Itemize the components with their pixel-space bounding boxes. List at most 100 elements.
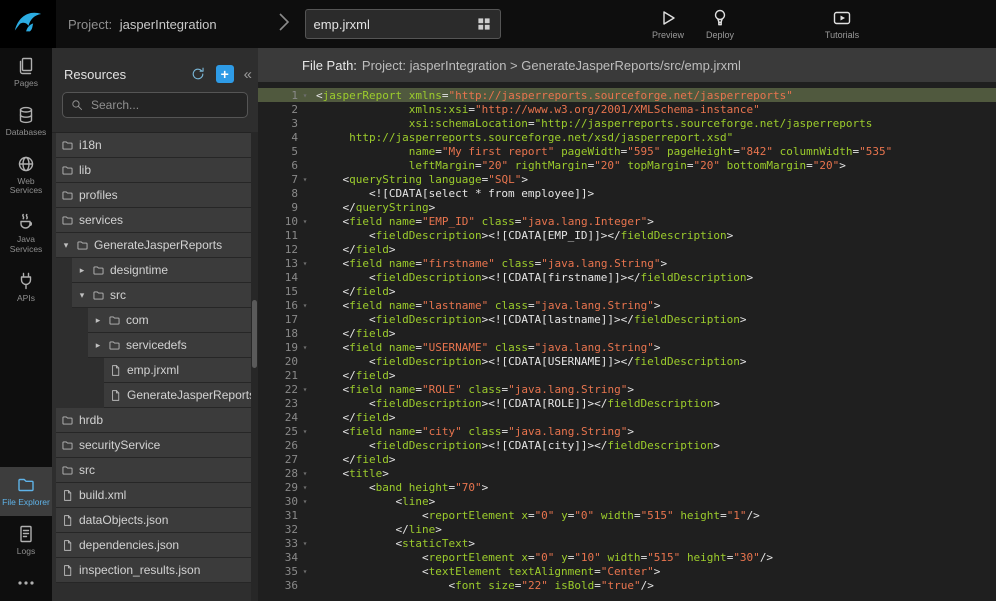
search-input[interactable] [62,92,248,118]
code-line-6[interactable]: 6 leftMargin="20" rightMargin="20" topMa… [258,158,996,172]
code-line-14[interactable]: 14 <fieldDescription><![CDATA[firstname]… [258,270,996,284]
tutorials-button[interactable]: Tutorials [816,8,868,40]
code-line-28[interactable]: 28▾ <title> [258,466,996,480]
code-line-23[interactable]: 23 <fieldDescription><![CDATA[ROLE]]></f… [258,396,996,410]
app-logo[interactable] [0,0,56,48]
tree-item-i18n[interactable]: i18n [56,133,258,158]
code-line-12[interactable]: 12 </field> [258,242,996,256]
code-editor[interactable]: 1▾<jasperReport xmlns="http://jasperrepo… [258,82,996,601]
fold-marker[interactable]: ▾ [298,385,312,394]
code-line-13[interactable]: 13▾ <field name="firstname" class="java.… [258,256,996,270]
tree-item-designtime[interactable]: ▸designtime [72,258,258,283]
tree-item-lib[interactable]: lib [56,158,258,183]
sidebar-item-file-explorer[interactable]: File Explorer [0,467,52,516]
deploy-button[interactable]: Deploy [694,8,746,40]
line-number: 29 [258,481,298,494]
fold-marker[interactable]: ▾ [298,217,312,226]
fold-marker[interactable]: ▾ [298,469,312,478]
fold-marker[interactable]: ▾ [298,259,312,268]
tree-item-servicedefs[interactable]: ▸servicedefs [88,333,258,358]
code-line-31[interactable]: 31 <reportElement x="0" y="0" width="515… [258,508,996,522]
code-line-34[interactable]: 34 <reportElement x="0" y="10" width="51… [258,550,996,564]
file-selector[interactable]: emp.jrxml [305,9,501,39]
code-line-3[interactable]: 3 xsi:schemaLocation="http://jasperrepor… [258,116,996,130]
tree-item-profiles[interactable]: profiles [56,183,258,208]
code-line-8[interactable]: 8 <![CDATA[select * from employee]]> [258,186,996,200]
chevron-right-icon[interactable]: ▸ [77,265,87,276]
code-line-33[interactable]: 33▾ <staticText> [258,536,996,550]
line-number: 31 [258,509,298,522]
folder-icon [61,464,74,477]
code-line-4[interactable]: 4 http://jasperreports.sourceforge.net/x… [258,130,996,144]
code-line-36[interactable]: 36 <font size="22" isBold="true"/> [258,578,996,592]
fold-marker[interactable]: ▾ [298,483,312,492]
chevron-right-icon[interactable]: ▸ [93,315,103,326]
line-number: 4 [258,131,298,144]
fold-marker[interactable]: ▾ [298,91,312,100]
code-line-26[interactable]: 26 <fieldDescription><![CDATA[city]]></f… [258,438,996,452]
code-line-21[interactable]: 21 </field> [258,368,996,382]
code-line-15[interactable]: 15 </field> [258,284,996,298]
sidebar-item-java-services[interactable]: Java Services [0,204,52,263]
project-name[interactable]: jasperIntegration [120,17,217,32]
fold-marker[interactable]: ▾ [298,427,312,436]
fold-marker[interactable]: ▾ [298,567,312,576]
code-line-5[interactable]: 5 name="My first report" pageWidth="595"… [258,144,996,158]
sidebar-item-logs[interactable]: Logs [0,516,52,565]
code-line-32[interactable]: 32 </line> [258,522,996,536]
tree-item-hrdb[interactable]: hrdb [56,408,258,433]
chevron-down-icon[interactable]: ▾ [77,290,87,301]
code-line-16[interactable]: 16▾ <field name="lastname" class="java.l… [258,298,996,312]
sidebar-item-pages[interactable]: Pages [0,48,52,97]
code-line-20[interactable]: 20 <fieldDescription><![CDATA[USERNAME]]… [258,354,996,368]
code-line-11[interactable]: 11 <fieldDescription><![CDATA[EMP_ID]]><… [258,228,996,242]
fold-marker[interactable]: ▾ [298,301,312,310]
tree-item-GenerateJasperReports.s[interactable]: GenerateJasperReports.s [104,383,258,408]
fold-marker[interactable]: ▾ [298,539,312,548]
sidebar-item-web-services[interactable]: Web Services [0,146,52,205]
code-line-35[interactable]: 35▾ <textElement textAlignment="Center"> [258,564,996,578]
line-number: 30 [258,495,298,508]
code-line-1[interactable]: 1▾<jasperReport xmlns="http://jasperrepo… [258,88,996,102]
tree-item-build.xml[interactable]: build.xml [56,483,258,508]
fold-marker[interactable]: ▾ [298,175,312,184]
sidebar-item-databases[interactable]: Databases [0,97,52,146]
code-line-2[interactable]: 2 xmlns:xsi="http://www.w3.org/2001/XMLS… [258,102,996,116]
chevron-right-icon[interactable]: ▸ [93,340,103,351]
code-line-9[interactable]: 9 </queryString> [258,200,996,214]
tree-item-src[interactable]: src [56,458,258,483]
add-resource-button[interactable]: + [216,65,234,83]
code-line-17[interactable]: 17 <fieldDescription><![CDATA[lastname]]… [258,312,996,326]
tree-item-src[interactable]: ▾src [72,283,258,308]
code-line-19[interactable]: 19▾ <field name="USERNAME" class="java.l… [258,340,996,354]
fold-marker[interactable]: ▾ [298,343,312,352]
preview-button[interactable]: Preview [642,8,694,40]
sidebar-item-apis[interactable]: APIs [0,263,52,312]
tree-item-dependencies.json[interactable]: dependencies.json [56,533,258,558]
code-line-7[interactable]: 7▾ <queryString language="SQL"> [258,172,996,186]
grid-icon[interactable] [476,16,492,32]
code-line-29[interactable]: 29▾ <band height="70"> [258,480,996,494]
tree-item-com[interactable]: ▸com [88,308,258,333]
tree-item-inspection_results.json[interactable]: inspection_results.json [56,558,258,583]
code-line-25[interactable]: 25▾ <field name="city" class="java.lang.… [258,424,996,438]
code-line-30[interactable]: 30▾ <line> [258,494,996,508]
tree-item-emp.jrxml[interactable]: emp.jrxml [104,358,258,383]
tree-item-dataObjects.json[interactable]: dataObjects.json [56,508,258,533]
tree-item-securityService[interactable]: securityService [56,433,258,458]
refresh-icon[interactable] [190,66,206,82]
fold-marker[interactable]: ▾ [298,497,312,506]
sidebar-item-more[interactable] [0,565,52,601]
scrollbar-thumb[interactable] [252,300,257,368]
project-label: Project: [68,17,112,32]
code-line-22[interactable]: 22▾ <field name="ROLE" class="java.lang.… [258,382,996,396]
tree-item-GenerateJasperReports[interactable]: ▾GenerateJasperReports [56,233,258,258]
code-line-24[interactable]: 24 </field> [258,410,996,424]
resources-scrollbar[interactable] [251,132,258,601]
code-line-10[interactable]: 10▾ <field name="EMP_ID" class="java.lan… [258,214,996,228]
tree-item-services[interactable]: services [56,208,258,233]
code-line-27[interactable]: 27 </field> [258,452,996,466]
code-line-18[interactable]: 18 </field> [258,326,996,340]
chevron-down-icon[interactable]: ▾ [61,240,71,251]
collapse-panel-icon[interactable]: « [244,66,250,83]
